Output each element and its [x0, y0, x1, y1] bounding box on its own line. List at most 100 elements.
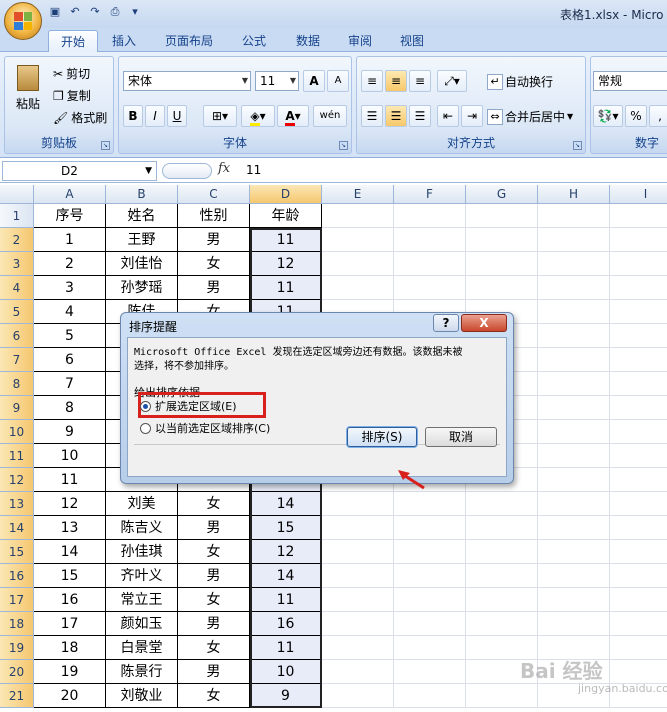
table-cell[interactable]: 16: [34, 588, 106, 612]
row-header[interactable]: 11: [0, 444, 34, 468]
table-cell[interactable]: 11: [34, 468, 106, 492]
tab-view[interactable]: 视图: [392, 30, 432, 52]
row-header[interactable]: 4: [0, 276, 34, 300]
formula-input[interactable]: 11: [246, 163, 261, 177]
table-cell[interactable]: 18: [34, 636, 106, 660]
row-header[interactable]: 10: [0, 420, 34, 444]
row-header[interactable]: 9: [0, 396, 34, 420]
table-cell[interactable]: 1: [34, 228, 106, 252]
tab-data[interactable]: 数据: [288, 30, 328, 52]
number-format-select[interactable]: 常规: [593, 71, 667, 91]
table-cell[interactable]: 男: [178, 564, 250, 588]
table-cell[interactable]: 女: [178, 588, 250, 612]
paste-button[interactable]: 粘贴: [11, 65, 45, 112]
table-cell[interactable]: 14: [34, 540, 106, 564]
phonetic-button[interactable]: wén: [313, 105, 347, 127]
shrink-font-button[interactable]: A: [327, 70, 349, 92]
align-right-button[interactable]: ☰: [409, 105, 431, 127]
print-preview-icon[interactable]: ⎙: [108, 5, 122, 19]
tab-review[interactable]: 审阅: [340, 30, 380, 52]
table-cell[interactable]: 女: [178, 492, 250, 516]
table-cell[interactable]: 陈吉义: [106, 516, 178, 540]
function-icon[interactable]: fx: [218, 161, 230, 176]
font-name-select[interactable]: 宋体 ▼: [123, 71, 251, 91]
table-cell[interactable]: 女: [178, 684, 250, 708]
row-header[interactable]: 12: [0, 468, 34, 492]
font-color-button[interactable]: A▾: [277, 105, 309, 127]
accounting-button[interactable]: 💱▾: [593, 105, 623, 127]
tab-insert[interactable]: 插入: [104, 30, 144, 52]
table-cell[interactable]: 2: [34, 252, 106, 276]
row-header[interactable]: 13: [0, 492, 34, 516]
wrap-text-button[interactable]: ↵ 自动换行: [487, 73, 553, 90]
table-cell[interactable]: 颜如玉: [106, 612, 178, 636]
select-all-corner[interactable]: [0, 185, 34, 204]
table-cell[interactable]: 孙梦瑶: [106, 276, 178, 300]
align-bottom-button[interactable]: ≡: [409, 70, 431, 92]
border-button[interactable]: ⊞▾: [203, 105, 237, 127]
column-header-b[interactable]: B: [106, 185, 178, 204]
table-cell[interactable]: 9: [34, 420, 106, 444]
table-header-cell[interactable]: 序号: [34, 204, 106, 228]
table-cell[interactable]: 男: [178, 660, 250, 684]
table-cell[interactable]: 男: [178, 276, 250, 300]
align-top-button[interactable]: ≡: [361, 70, 383, 92]
row-header[interactable]: 5: [0, 300, 34, 324]
column-header-c[interactable]: C: [178, 185, 250, 204]
sort-button[interactable]: 排序(S): [347, 427, 417, 447]
table-cell[interactable]: 10: [34, 444, 106, 468]
merge-center-button[interactable]: ⇔ 合并后居中 ▼: [487, 108, 573, 125]
row-header[interactable]: 21: [0, 684, 34, 708]
column-header-i[interactable]: I: [610, 185, 667, 204]
table-cell[interactable]: 齐叶义: [106, 564, 178, 588]
bold-button[interactable]: B: [123, 105, 143, 127]
italic-button[interactable]: I: [145, 105, 165, 127]
row-header[interactable]: 16: [0, 564, 34, 588]
tab-formulas[interactable]: 公式: [234, 30, 274, 52]
font-launcher-icon[interactable]: ↘: [339, 141, 348, 150]
table-cell[interactable]: 男: [178, 612, 250, 636]
row-header[interactable]: 19: [0, 636, 34, 660]
table-cell[interactable]: 刘佳怡: [106, 252, 178, 276]
table-cell[interactable]: 女: [178, 540, 250, 564]
row-header[interactable]: 1: [0, 204, 34, 228]
column-header-d[interactable]: D: [250, 185, 322, 204]
table-header-cell[interactable]: 性别: [178, 204, 250, 228]
table-cell[interactable]: 19: [34, 660, 106, 684]
row-header[interactable]: 17: [0, 588, 34, 612]
table-cell[interactable]: 15: [34, 564, 106, 588]
table-cell[interactable]: 3: [34, 276, 106, 300]
formula-bar-toggle[interactable]: [162, 163, 212, 179]
close-button[interactable]: X: [461, 314, 507, 332]
align-middle-button[interactable]: ≡: [385, 70, 407, 92]
row-header[interactable]: 6: [0, 324, 34, 348]
customize-icon[interactable]: ▾: [128, 5, 142, 19]
clipboard-launcher-icon[interactable]: ↘: [101, 141, 110, 150]
table-cell[interactable]: 6: [34, 348, 106, 372]
table-cell[interactable]: 男: [178, 516, 250, 540]
table-cell[interactable]: 5: [34, 324, 106, 348]
table-cell[interactable]: 白景堂: [106, 636, 178, 660]
table-cell[interactable]: 8: [34, 396, 106, 420]
table-cell[interactable]: 7: [34, 372, 106, 396]
row-header[interactable]: 14: [0, 516, 34, 540]
font-size-select[interactable]: 11 ▼: [255, 71, 299, 91]
format-painter-button[interactable]: 🖌 格式刷: [53, 109, 107, 126]
row-header[interactable]: 18: [0, 612, 34, 636]
tab-page-layout[interactable]: 页面布局: [158, 30, 220, 52]
undo-icon[interactable]: ↶: [68, 5, 82, 19]
row-header[interactable]: 2: [0, 228, 34, 252]
column-header-f[interactable]: F: [394, 185, 466, 204]
column-header-e[interactable]: E: [322, 185, 394, 204]
decrease-indent-button[interactable]: ⇤: [437, 105, 459, 127]
row-header[interactable]: 15: [0, 540, 34, 564]
table-cell[interactable]: 13: [34, 516, 106, 540]
tab-home[interactable]: 开始: [48, 30, 98, 52]
table-cell[interactable]: 12: [34, 492, 106, 516]
grow-font-button[interactable]: A: [303, 70, 325, 92]
alignment-launcher-icon[interactable]: ↘: [573, 141, 582, 150]
table-cell[interactable]: 常立王: [106, 588, 178, 612]
column-header-h[interactable]: H: [538, 185, 610, 204]
copy-button[interactable]: ❐ 复制: [53, 87, 91, 104]
percent-button[interactable]: %: [625, 105, 647, 127]
